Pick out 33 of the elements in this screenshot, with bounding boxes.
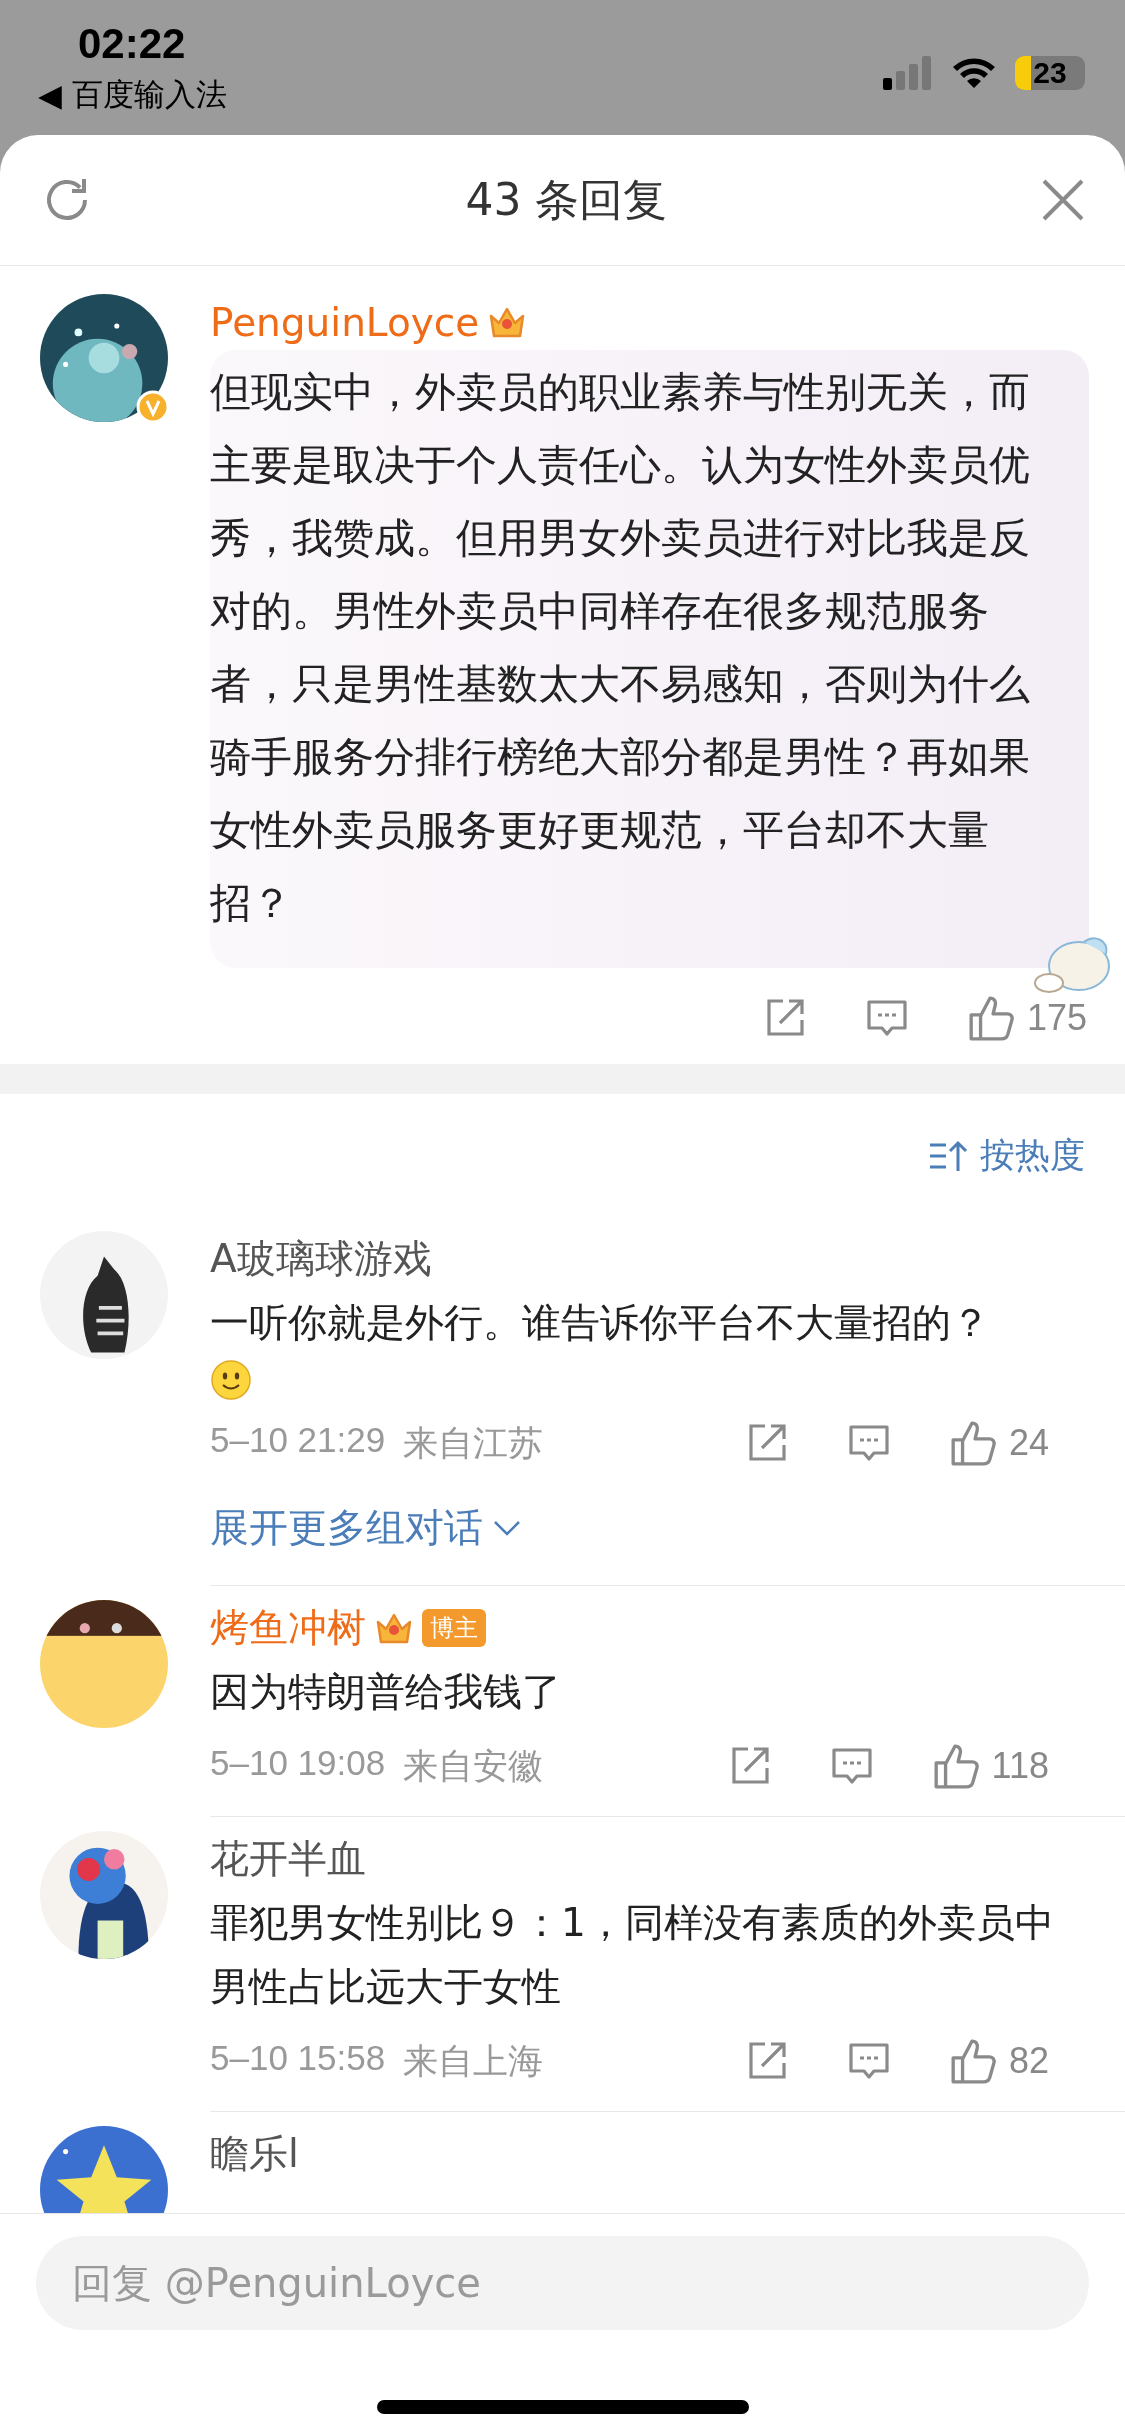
username[interactable]: 烤鱼冲树: [210, 1601, 366, 1655]
comment-time: 5–10 15:58: [210, 2037, 386, 2079]
signal-icon: [883, 55, 933, 90]
chevron-down-icon: [493, 1518, 521, 1538]
like-button[interactable]: 24: [948, 1419, 1049, 1467]
wifi-icon: [951, 55, 997, 90]
username[interactable]: PenguinLoyce: [210, 299, 480, 345]
comment-time: 5–10 21:29: [210, 1419, 386, 1461]
sort-icon: [928, 1138, 968, 1173]
clock: 02:22: [77, 20, 187, 68]
username[interactable]: 瞻乐l: [210, 2127, 299, 2181]
comment-text: 但现实中，外卖员的职业素养与性别无关，而主要是取决于个人责任心。认为女性外卖员优秀，我赞成。但用男女外卖员进行对比我是反对的。男性外卖员中同样存在很多规范服务者，只是男性基数太大不易感知，否则为什么骑手服务分排行榜绝大部分都是男性？再如果女性外卖员服务更好更规范，平台却不大量招？: [210, 367, 1031, 929]
like-button[interactable]: 82: [948, 2037, 1049, 2085]
comment-location: 来自上海: [403, 2039, 544, 2083]
username[interactable]: A玻璃球游戏: [210, 1232, 432, 1286]
username[interactable]: 花开半血: [210, 1832, 366, 1886]
comment-time: 5–10 19:08: [210, 1742, 386, 1784]
back-to-app-link[interactable]: 百度输入法: [71, 74, 227, 116]
like-button[interactable]: 118: [931, 1742, 1049, 1790]
reply-input-field[interactable]: 回复 @PenguinLoyce: [36, 2236, 1089, 2330]
sheet-title: 43 条回复: [465, 172, 668, 227]
blogger-badge: 博主: [422, 1609, 486, 1647]
comment-location: 来自江苏: [403, 1421, 544, 1465]
back-arrow[interactable]: ◀: [38, 77, 62, 113]
comment-text: 罪犯男女性别比９：1，同样没有素质的外卖员中男性占比远大于女性: [210, 1899, 1055, 2011]
comment-text: 一听你就是外行。谁告诉你平台不大量招的？: [210, 1299, 991, 1347]
close-icon[interactable]: [1041, 178, 1085, 222]
like-button[interactable]: 175: [966, 994, 1087, 1042]
battery-indicator: 23: [1015, 55, 1085, 90]
comment-location: 来自安徽: [403, 1744, 544, 1788]
expand-conversations-link[interactable]: 展开更多组对话: [210, 1501, 521, 1555]
comment-text: 因为特朗普给我钱了: [210, 1668, 562, 1716]
sort-by-popularity-button[interactable]: 按热度: [928, 1132, 1085, 1179]
